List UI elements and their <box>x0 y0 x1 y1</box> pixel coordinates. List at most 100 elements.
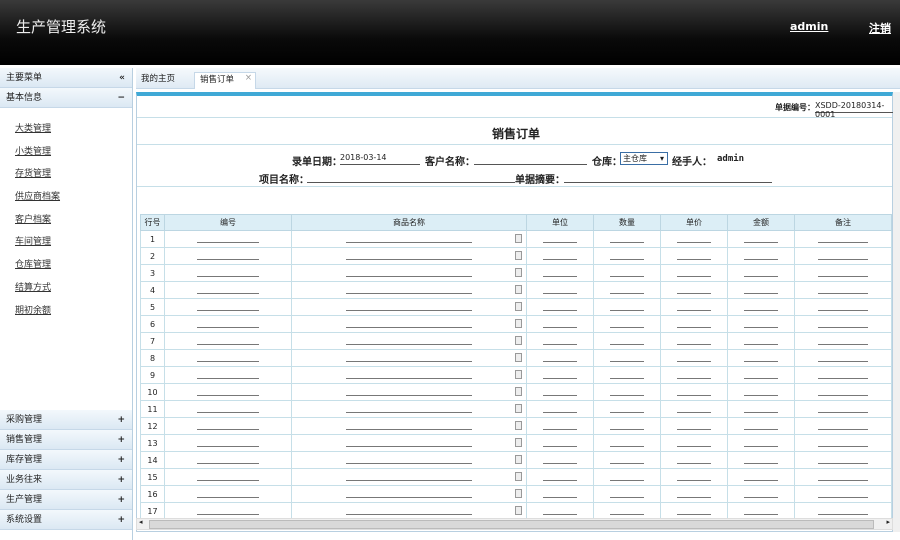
user-link[interactable]: admin <box>790 20 828 33</box>
cell-input[interactable] <box>593 417 661 435</box>
input-line[interactable] <box>744 252 778 260</box>
warehouse-select[interactable]: 主仓库 ▾ <box>620 152 668 165</box>
input-line[interactable] <box>543 235 577 243</box>
input-line[interactable] <box>677 337 711 345</box>
input-line[interactable] <box>818 269 868 277</box>
cell-input[interactable] <box>794 383 892 401</box>
input-line[interactable] <box>744 235 778 243</box>
cell-input[interactable] <box>727 451 795 469</box>
input-line[interactable] <box>346 405 472 413</box>
input-line[interactable] <box>677 235 711 243</box>
cell-input[interactable] <box>164 383 292 401</box>
scroll-right-icon[interactable]: ▸ <box>886 518 890 526</box>
input-line[interactable] <box>610 269 644 277</box>
cell-input[interactable] <box>164 264 292 282</box>
input-line[interactable] <box>818 320 868 328</box>
cell-input[interactable] <box>794 400 892 418</box>
input-line[interactable] <box>197 456 259 464</box>
input-line[interactable] <box>543 252 577 260</box>
picker-icon[interactable] <box>515 251 522 260</box>
cell-input[interactable] <box>164 502 292 520</box>
cell-input[interactable] <box>291 451 527 469</box>
tab-sales-order[interactable]: 销售订单 × <box>194 72 256 89</box>
input-line[interactable] <box>610 473 644 481</box>
sidebar-group[interactable]: 销售管理 + <box>0 430 132 450</box>
input-line[interactable] <box>197 405 259 413</box>
input-line[interactable] <box>677 388 711 396</box>
cell-input[interactable] <box>526 298 594 316</box>
cell-input[interactable] <box>794 417 892 435</box>
input-line[interactable] <box>197 473 259 481</box>
cell-input[interactable] <box>593 485 661 503</box>
picker-icon[interactable] <box>515 438 522 447</box>
input-line[interactable] <box>677 286 711 294</box>
plus-icon[interactable]: + <box>117 510 125 530</box>
cell-input[interactable] <box>526 315 594 333</box>
cell-input[interactable] <box>593 400 661 418</box>
cell-input[interactable] <box>593 281 661 299</box>
input-line[interactable] <box>346 269 472 277</box>
plus-icon[interactable]: + <box>117 450 125 470</box>
picker-icon[interactable] <box>515 455 522 464</box>
input-line[interactable] <box>677 405 711 413</box>
input-line[interactable] <box>744 303 778 311</box>
picker-icon[interactable] <box>515 421 522 430</box>
input-line[interactable] <box>543 286 577 294</box>
input-line[interactable] <box>818 388 868 396</box>
sidebar-group[interactable]: 业务往来 + <box>0 470 132 490</box>
input-line[interactable] <box>677 456 711 464</box>
cell-input[interactable] <box>164 281 292 299</box>
cell-input[interactable] <box>593 366 661 384</box>
input-line[interactable] <box>197 490 259 498</box>
cell-input[interactable] <box>291 383 527 401</box>
vertical-scrollbar[interactable] <box>893 92 900 532</box>
input-line[interactable] <box>610 456 644 464</box>
sidebar-item[interactable]: 结算方式 <box>15 277 132 300</box>
input-line[interactable] <box>346 286 472 294</box>
input-line[interactable] <box>818 405 868 413</box>
cell-input[interactable] <box>660 247 728 265</box>
input-line[interactable] <box>818 252 868 260</box>
cell-input[interactable] <box>526 230 594 248</box>
input-line[interactable] <box>197 303 259 311</box>
cell-input[interactable] <box>727 298 795 316</box>
picker-icon[interactable] <box>515 302 522 311</box>
cell-input[interactable] <box>526 502 594 520</box>
cell-input[interactable] <box>291 230 527 248</box>
input-line[interactable] <box>346 320 472 328</box>
group-basic-info[interactable]: 基本信息 − <box>0 88 132 108</box>
cell-input[interactable] <box>660 230 728 248</box>
cell-input[interactable] <box>593 332 661 350</box>
cell-input[interactable] <box>794 434 892 452</box>
input-line[interactable] <box>610 235 644 243</box>
input-line[interactable] <box>744 286 778 294</box>
cell-input[interactable] <box>660 485 728 503</box>
input-line[interactable] <box>543 388 577 396</box>
cell-input[interactable] <box>291 434 527 452</box>
input-line[interactable] <box>744 354 778 362</box>
input-line[interactable] <box>744 439 778 447</box>
input-line[interactable] <box>818 337 868 345</box>
input-line[interactable] <box>543 320 577 328</box>
cell-input[interactable] <box>291 281 527 299</box>
cell-input[interactable] <box>164 485 292 503</box>
input-line[interactable] <box>197 320 259 328</box>
input-line[interactable] <box>744 456 778 464</box>
input-line[interactable] <box>543 439 577 447</box>
input-line[interactable] <box>610 337 644 345</box>
logout-link[interactable]: 注销 <box>869 20 891 36</box>
doc-no-field[interactable]: XSDD-20180314-0001 <box>815 101 893 119</box>
cell-input[interactable] <box>794 451 892 469</box>
cell-input[interactable] <box>291 247 527 265</box>
cell-input[interactable] <box>794 502 892 520</box>
cell-input[interactable] <box>660 349 728 367</box>
sidebar-item[interactable]: 存货管理 <box>15 163 132 186</box>
cell-input[interactable] <box>794 366 892 384</box>
input-line[interactable] <box>818 422 868 430</box>
cell-input[interactable] <box>526 451 594 469</box>
input-line[interactable] <box>610 252 644 260</box>
input-line[interactable] <box>543 490 577 498</box>
picker-icon[interactable] <box>515 387 522 396</box>
input-line[interactable] <box>543 405 577 413</box>
cell-input[interactable] <box>164 332 292 350</box>
